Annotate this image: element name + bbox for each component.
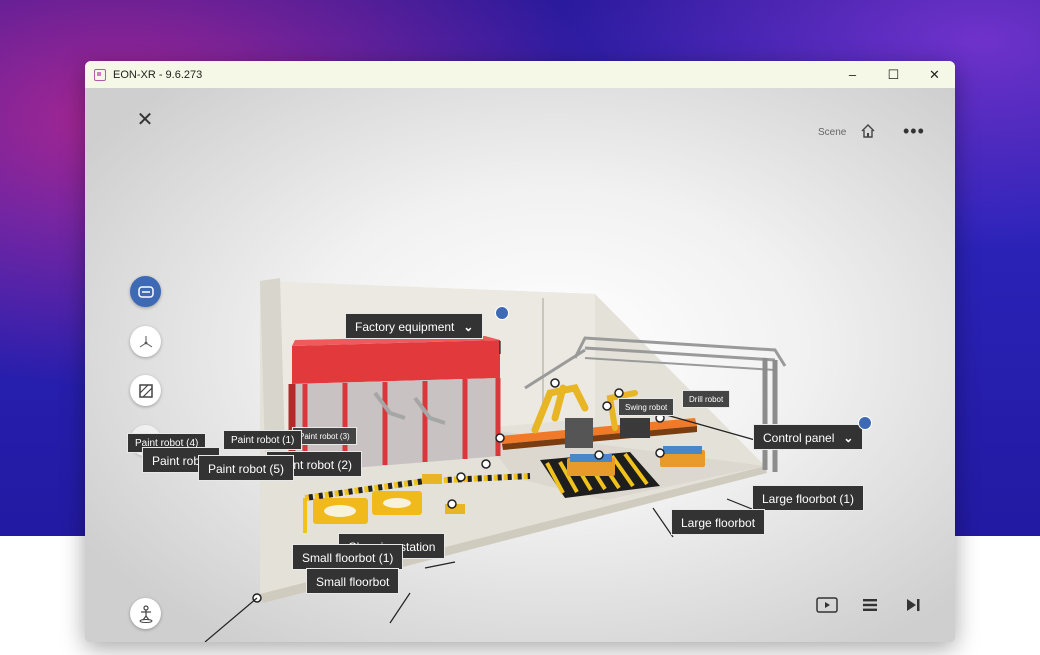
chevron-down-icon: ⌄ <box>843 431 854 445</box>
paint-booth-roof <box>292 340 500 384</box>
chevron-down-icon: ⌄ <box>463 320 474 334</box>
list-icon <box>863 599 877 611</box>
move-axes-icon <box>139 335 152 347</box>
large-floorbot-1-label[interactable]: Large floorbot (1) <box>752 485 865 511</box>
home-icon[interactable] <box>860 123 876 139</box>
close-scene-button[interactable]: ✕ <box>134 109 156 131</box>
play-button[interactable] <box>815 595 839 615</box>
small-floorbot-1 <box>422 474 442 484</box>
title-bar[interactable]: EON-XR - 9.6.273 – ☐ ✕ <box>85 61 955 88</box>
layers-icon <box>138 383 153 398</box>
small-floorbot-1-label[interactable]: Small floorbot (1) <box>292 544 404 570</box>
annotation-icon <box>137 285 154 298</box>
app-window: EON-XR - 9.6.273 – ☐ ✕ ✕ Scene ••• Facto… <box>85 61 955 642</box>
3d-viewport[interactable]: ✕ Scene ••• Factory equipment ⌄ Control … <box>85 88 955 642</box>
factory-scene <box>204 278 787 642</box>
large-floorbot-label[interactable]: Large floorbot <box>671 509 766 535</box>
person-figure-icon <box>139 604 152 623</box>
move-tool-button[interactable] <box>130 326 161 357</box>
control-panel-hotspot[interactable] <box>858 416 872 430</box>
play-icon <box>816 597 838 613</box>
eon-xr-app-icon <box>94 68 106 81</box>
maximize-button[interactable]: ☐ <box>873 61 914 88</box>
factory-equipment-hotspot[interactable] <box>495 306 509 320</box>
annotation-tool-button[interactable] <box>130 276 161 307</box>
control-panel-dropdown[interactable]: Control panel ⌄ <box>753 424 864 450</box>
drill-robot-label[interactable]: Drill robot <box>682 390 731 408</box>
scene-label[interactable]: Scene <box>818 127 846 138</box>
swing-robot-label[interactable]: Swing robot <box>618 398 675 416</box>
factory-equipment-label: Factory equipment <box>355 320 455 334</box>
more-options-icon[interactable]: ••• <box>903 122 925 140</box>
window-title: EON-XR - 9.6.273 <box>113 68 203 81</box>
small-floorbot-label[interactable]: Small floorbot <box>306 568 400 594</box>
control-panel-label: Control panel <box>763 431 835 445</box>
skip-next-icon <box>907 599 920 611</box>
paint-robot-5-label[interactable]: Paint robot (5) <box>198 455 295 481</box>
minimize-button[interactable]: – <box>832 61 873 88</box>
list-button[interactable] <box>858 595 882 615</box>
next-button[interactable] <box>901 595 925 615</box>
robot-tower <box>565 418 593 448</box>
paint-robot-1-label[interactable]: Paint robot (1) <box>223 430 303 450</box>
layers-tool-button[interactable] <box>130 375 161 406</box>
window-close-button[interactable]: ✕ <box>914 61 955 88</box>
window-controls: – ☐ ✕ <box>832 61 955 88</box>
avatar-mode-button[interactable] <box>130 598 161 629</box>
factory-equipment-dropdown[interactable]: Factory equipment ⌄ <box>345 313 484 339</box>
